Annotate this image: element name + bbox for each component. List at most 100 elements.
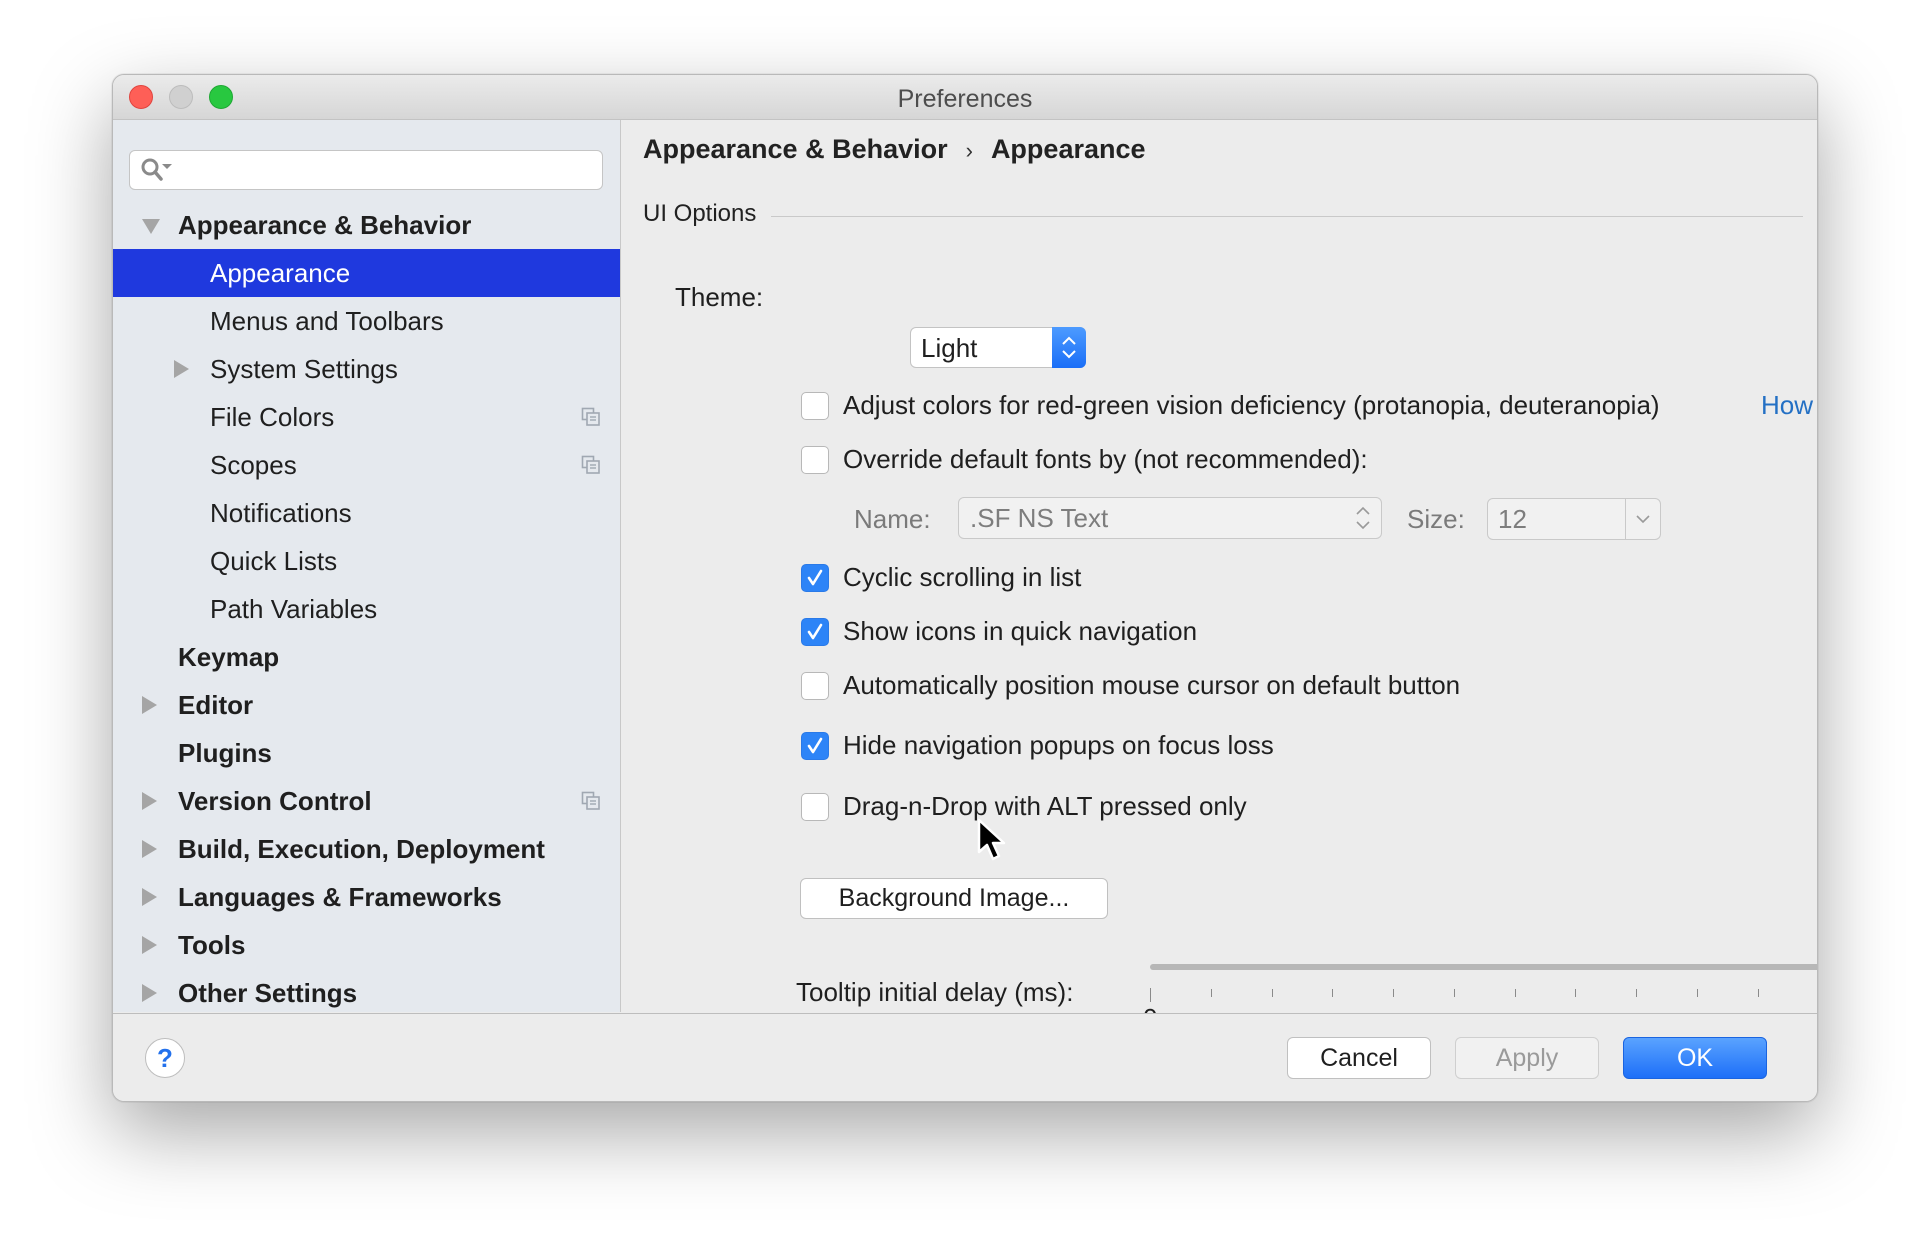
breadcrumb-current: Appearance: [990, 134, 1146, 164]
sidebar-item-label: Other Settings: [178, 978, 358, 1008]
group-separator: [771, 216, 1803, 217]
settings-search-input[interactable]: [129, 150, 603, 190]
sidebar-item[interactable]: Plugins: [113, 729, 620, 777]
sidebar-item[interactable]: Build, Execution, Deployment: [113, 825, 620, 873]
sidebar-item[interactable]: Other Settings: [113, 969, 620, 1017]
sidebar-item[interactable]: Languages & Frameworks: [113, 873, 620, 921]
slider-tick: [1210, 989, 1212, 997]
sidebar-item-label: Appearance: [210, 258, 351, 288]
slider-tick: [1514, 989, 1516, 997]
sidebar-item-label: Editor: [178, 690, 254, 720]
sidebar-item-label: Notifications: [210, 498, 352, 528]
sidebar-item[interactable]: Version Control: [113, 777, 620, 825]
font-name-value: .SF NS Text: [970, 503, 1109, 533]
sidebar-item[interactable]: Appearance & Behavior: [113, 201, 620, 249]
title-bar: Preferences: [113, 75, 1817, 120]
settings-content: Appearance & Behavior › Appearance UI Opti…: [621, 120, 1817, 1033]
sidebar-item[interactable]: Editor: [113, 681, 620, 729]
adjust-colors-checkbox[interactable]: [801, 392, 829, 420]
dialog-footer: ? Cancel Apply OK: [113, 1013, 1817, 1101]
expand-arrow-right-icon[interactable]: [142, 696, 157, 714]
expand-arrow-right-icon[interactable]: [174, 360, 189, 378]
how-it-works-link[interactable]: How it works: [1761, 390, 1817, 421]
sidebar-item[interactable]: Quick Lists: [113, 537, 620, 585]
expand-arrow-right-icon[interactable]: [142, 792, 157, 810]
expand-arrow-right-icon[interactable]: [142, 984, 157, 1002]
adjust-colors-label: Adjust colors for red-green vision defic…: [843, 390, 1660, 420]
sidebar-item[interactable]: Notifications: [113, 489, 620, 537]
sidebar-item[interactable]: File Colors: [113, 393, 620, 441]
font-size-value: 12: [1498, 504, 1527, 534]
cancel-button[interactable]: Cancel: [1287, 1037, 1431, 1079]
font-name-label: Name:: [854, 504, 931, 534]
expand-arrow-down-icon[interactable]: [142, 219, 160, 234]
sidebar-item-label: Quick Lists: [210, 546, 338, 576]
slider-tick: [1393, 989, 1394, 997]
ok-button[interactable]: OK: [1623, 1037, 1767, 1079]
search-icon: [141, 158, 172, 181]
settings-sidebar: Appearance & Behavior Appearance Menus and…: [113, 120, 621, 1012]
option-label: Show icons in quick navigation: [843, 616, 1198, 646]
background-image-button[interactable]: Background Image...: [800, 878, 1108, 919]
sidebar-item[interactable]: Appearance: [113, 249, 620, 297]
expand-arrow-right-icon[interactable]: [142, 888, 157, 906]
theme-stepper: [1052, 327, 1086, 368]
override-fonts-label: Override default fonts by (not recommend…: [843, 444, 1368, 474]
help-button[interactable]: ?: [145, 1038, 185, 1078]
option-checkbox[interactable]: [801, 618, 829, 646]
sidebar-item-label: Build, Execution, Deployment: [178, 834, 545, 864]
expand-arrow-right-icon[interactable]: [142, 840, 157, 858]
slider-tick: [1696, 989, 1698, 997]
slider-tick: [1332, 989, 1334, 997]
sidebar-item-label: Languages & Frameworks: [178, 882, 502, 912]
slider-tick: [1271, 989, 1273, 997]
sidebar-item-label: Keymap: [178, 642, 280, 672]
project-level-icon: [581, 455, 600, 474]
option-checkbox[interactable]: [801, 732, 829, 760]
sidebar-item[interactable]: System Settings: [113, 345, 620, 393]
sidebar-item-label: Appearance & Behavior: [178, 210, 472, 240]
theme-value: Light: [921, 333, 978, 363]
up-down-chevron-icon: [1062, 336, 1076, 359]
sidebar-item-label: System Settings: [210, 354, 398, 384]
checkmark-icon: [807, 569, 823, 586]
slider-tick: [1575, 989, 1577, 997]
option-checkbox[interactable]: [801, 564, 829, 592]
slider-tick: [1150, 988, 1151, 1002]
expand-arrow-right-icon[interactable]: [142, 936, 157, 954]
font-size-combobox[interactable]: 12: [1487, 498, 1661, 540]
option-label: Cyclic scrolling in list: [843, 562, 1082, 592]
slider-tick: [1757, 989, 1759, 997]
option-checkbox[interactable]: [801, 793, 829, 821]
sidebar-item-label: Scopes: [210, 450, 297, 480]
breadcrumb-parent[interactable]: Appearance & Behavior: [643, 134, 948, 164]
sidebar-item[interactable]: Menus and Toolbars: [113, 297, 620, 345]
sidebar-item-label: Version Control: [178, 786, 372, 816]
option-label: Hide navigation popups on focus loss: [843, 730, 1274, 760]
sidebar-item[interactable]: Scopes: [113, 441, 620, 489]
checkmark-icon: [807, 737, 823, 754]
sidebar-item-label: Tools: [178, 930, 246, 960]
slider-tick: [1453, 989, 1455, 997]
apply-button[interactable]: Apply: [1455, 1037, 1599, 1079]
override-fonts-checkbox[interactable]: [801, 446, 829, 474]
chevron-down-icon: [1636, 515, 1650, 524]
theme-dropdown[interactable]: Light: [910, 327, 1086, 368]
option-label: Drag-n-Drop with ALT pressed only: [843, 791, 1247, 821]
option-checkbox[interactable]: [801, 672, 829, 700]
group-title-ui-options: UI Options: [643, 200, 757, 227]
font-name-combobox[interactable]: .SF NS Text: [958, 497, 1382, 539]
sidebar-item-label: Path Variables: [210, 594, 378, 624]
sidebar-item[interactable]: Tools: [113, 921, 620, 969]
sidebar-item[interactable]: Path Variables: [113, 585, 620, 633]
font-size-label: Size:: [1407, 504, 1465, 534]
window-title: Preferences: [897, 85, 1033, 113]
slider-track[interactable]: [1150, 964, 1817, 970]
combo-divider: [1625, 499, 1626, 539]
project-level-icon: [581, 407, 600, 426]
up-down-chevron-icon: [1356, 506, 1370, 530]
preferences-window: Preferences Appearance & Behavior Appeara…: [112, 74, 1818, 1102]
theme-label: Theme:: [675, 282, 764, 312]
sidebar-item-label: Menus and Toolbars: [210, 306, 444, 336]
sidebar-item[interactable]: Keymap: [113, 633, 620, 681]
